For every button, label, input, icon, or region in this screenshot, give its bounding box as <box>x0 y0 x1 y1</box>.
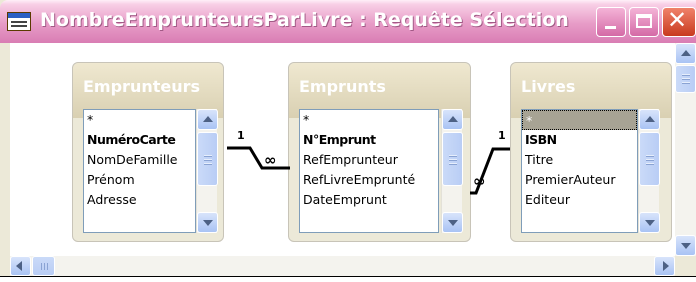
query-design-window: NombreEmprunteursParLivre : Requête Séle… <box>0 0 696 282</box>
join-line-emprunteurs-emprunts[interactable] <box>227 146 290 170</box>
arrow-up-icon <box>681 50 691 56</box>
scroll-up-button[interactable] <box>675 43 696 64</box>
relationship-many-label: ∞ <box>264 151 277 169</box>
arrow-left-icon <box>16 261 22 271</box>
scroll-thumb[interactable] <box>675 65 696 93</box>
arrow-right-icon <box>663 261 669 271</box>
relationship-many-label: ∞ <box>473 172 486 190</box>
relationship-lines <box>227 146 510 195</box>
window-vertical-scrollbar[interactable] <box>675 43 696 256</box>
relationship-one-label: 1 <box>498 129 506 142</box>
window-horizontal-scrollbar[interactable] <box>10 256 675 276</box>
scroll-down-button[interactable] <box>675 235 696 256</box>
query-grid-edge <box>0 276 696 282</box>
scroll-left-button[interactable] <box>10 256 31 276</box>
scroll-thumb[interactable] <box>32 256 55 276</box>
scrollbar-corner <box>675 256 696 276</box>
scroll-right-button[interactable] <box>654 256 675 276</box>
arrow-down-icon <box>681 243 691 249</box>
relationship-one-label: 1 <box>237 129 245 142</box>
